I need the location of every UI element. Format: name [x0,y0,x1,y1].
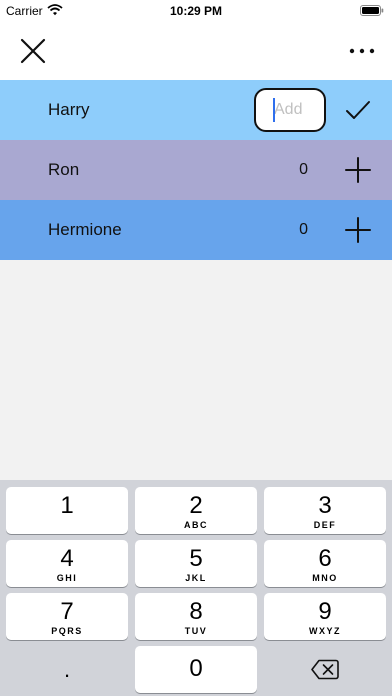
key-decimal[interactable]: . [6,646,128,693]
key-dot: . [63,657,71,682]
screen: Carrier 10:29 PM Harry Add Ron 0 Hermion… [0,0,392,696]
status-time: 10:29 PM [169,4,223,18]
key-digit: 3 [318,492,332,519]
key-2[interactable]: 2 ABC [135,487,257,534]
key-letters: TUV [184,626,208,636]
key-4[interactable]: 4 GHI [6,540,128,587]
more-icon[interactable] [348,40,376,62]
status-bar: Carrier 10:29 PM [0,0,392,22]
key-letters: JKL [185,573,207,583]
player-score: 0 [299,161,308,178]
key-7[interactable]: 7 PQRS [6,593,128,640]
checkmark-icon[interactable] [344,96,372,124]
player-list: Harry Ron 0 Hermione 0 [0,80,392,260]
key-digit: 2 [189,492,203,519]
key-digit: 4 [60,545,74,572]
key-0[interactable]: 0 [135,646,257,693]
player-row-ron: Ron 0 [0,140,392,200]
plus-icon[interactable] [344,216,372,244]
add-score-input[interactable] [254,88,326,132]
nav-bar [0,22,392,80]
delete-key[interactable] [264,646,386,693]
close-icon[interactable] [18,36,48,66]
key-digit: 0 [189,655,203,682]
key-digit: 9 [318,598,332,625]
key-digit: 6 [318,545,332,572]
number-pad-keyboard: 1 2 ABC 3 DEF 4 GHI 5 JKL 6 MNO 7 PQRS 8 [0,480,392,696]
key-letters: GHI [56,573,78,583]
battery-icon [360,5,384,16]
key-1[interactable]: 1 [6,487,128,534]
key-3[interactable]: 3 DEF [264,487,386,534]
key-letters: MNO [312,573,338,583]
player-name: Harry [48,100,90,119]
key-9[interactable]: 9 WXYZ [264,593,386,640]
key-5[interactable]: 5 JKL [135,540,257,587]
plus-icon[interactable] [344,156,372,184]
delete-icon [311,659,339,680]
key-digit: 5 [189,545,203,572]
key-digit: 1 [60,492,74,519]
key-6[interactable]: 6 MNO [264,540,386,587]
key-letters: WXYZ [309,626,341,636]
key-letters: DEF [313,520,337,530]
text-caret [273,98,275,122]
player-name: Ron [48,160,80,179]
key-letters: ABC [184,520,208,530]
player-name: Hermione [48,220,122,239]
key-letters: PQRS [51,626,83,636]
player-row-hermione: Hermione 0 [0,200,392,260]
key-digit: 8 [189,598,203,625]
key-digit: 7 [60,598,74,625]
player-row-harry: Harry [0,80,392,140]
key-8[interactable]: 8 TUV [135,593,257,640]
player-score: 0 [299,221,308,238]
